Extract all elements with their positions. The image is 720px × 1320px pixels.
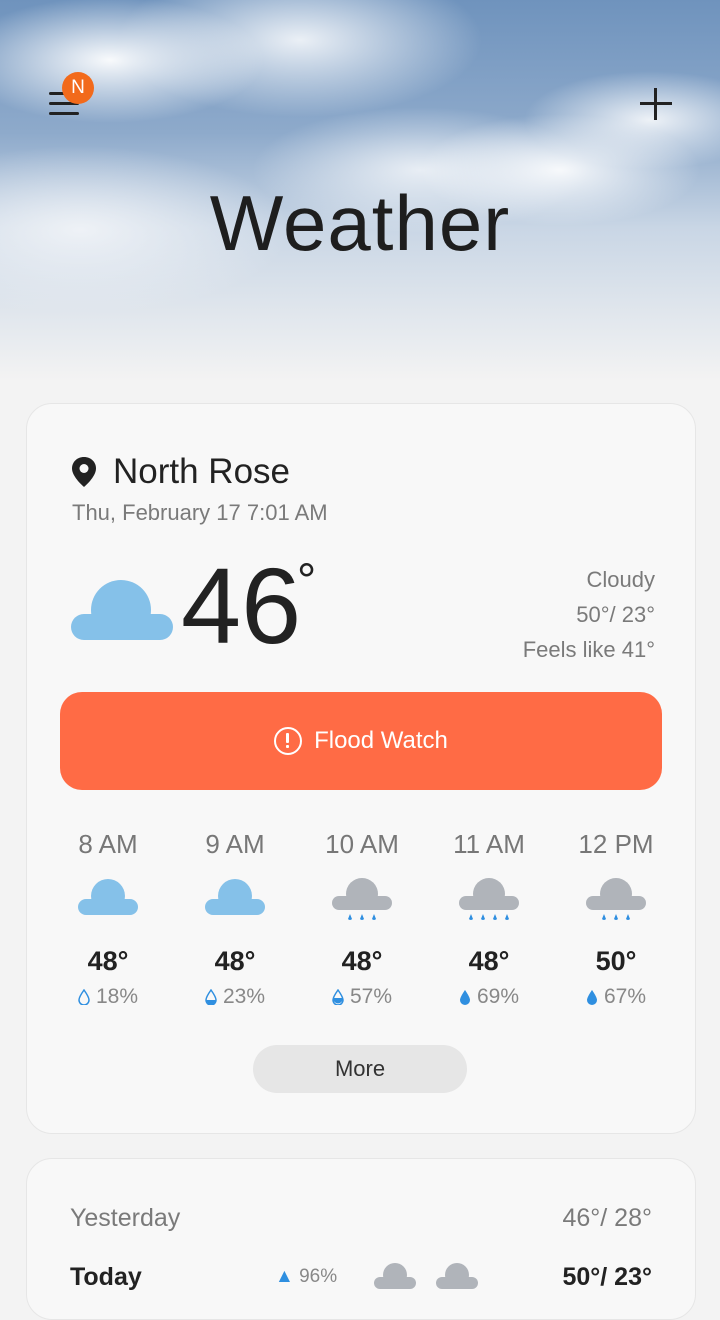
hour-temp: 50°: [595, 946, 637, 976]
hour-time: 12 PM: [578, 829, 654, 859]
condition-text: Cloudy: [586, 567, 655, 592]
raindrop-icon: [78, 989, 90, 1005]
precip-chance: 69%: [476, 985, 520, 1008]
degree-symbol: °: [297, 555, 317, 608]
cloud-icon: [71, 580, 173, 640]
hourly-item: 8 AM 48° 18%: [45, 829, 171, 1009]
hour-time: 10 AM: [325, 829, 399, 859]
alert-label: Flood Watch: [314, 727, 448, 754]
today-precip-chance: 96%: [299, 1266, 338, 1287]
hour-time: 11 AM: [453, 829, 525, 859]
precip-chance: 18%: [95, 985, 139, 1008]
precip-chance: 23%: [222, 985, 266, 1008]
precip-row: 23%: [172, 985, 298, 1009]
more-button[interactable]: More: [253, 1045, 467, 1093]
hour-temp: 48°: [87, 946, 129, 976]
today-label: Today: [70, 1263, 142, 1291]
hour-temp: 48°: [341, 946, 383, 976]
daily-forecast-card[interactable]: Yesterday 46°/ 28° Today ▲ 96% 50°/ 23°: [26, 1158, 696, 1320]
hourly-forecast[interactable]: 8 AM 48° 18% 9 AM 48° 23% 10 AM 48° 57% …: [45, 829, 677, 1019]
date-time: Thu, February 17 7:01 AM: [72, 500, 328, 525]
precip-row: 69%: [426, 985, 552, 1009]
condition-summary: Cloudy 50°/ 23° Feels like 41°: [523, 562, 655, 667]
precip-row: 57%: [299, 985, 425, 1009]
hourly-item: 11 AM 48° 69%: [426, 829, 552, 1009]
today-precip: ▲ 96%: [275, 1266, 337, 1288]
raindrop-icon: [459, 990, 470, 1005]
current-temperature: 46: [181, 545, 302, 666]
location-name: North Rose: [113, 452, 291, 491]
current-weather-card[interactable]: North Rose Thu, February 17 7:01 AM 46 °…: [26, 403, 696, 1134]
cloud-icon: [205, 879, 265, 915]
today-temp: 50°/ 23°: [562, 1263, 652, 1291]
today-icons: [373, 1261, 479, 1293]
rain-cloud-icon: [586, 878, 646, 920]
precip-row: 67%: [553, 985, 679, 1009]
hour-temp: 48°: [214, 946, 256, 976]
flood-watch-alert-button[interactable]: Flood Watch: [60, 692, 662, 790]
add-location-button[interactable]: [638, 86, 674, 122]
feels-like: Feels like 41°: [522, 637, 655, 662]
yesterday-label: Yesterday: [70, 1204, 181, 1232]
hour-time: 8 AM: [78, 829, 138, 859]
rain-cloud-icon: [332, 878, 392, 920]
hourly-item: 9 AM 48° 23%: [172, 829, 298, 1009]
rain-cloud-icon: [436, 1263, 478, 1289]
rain-cloud-icon: [459, 878, 519, 920]
raindrop-icon: ▲: [275, 1266, 294, 1287]
hour-temp: 48°: [468, 946, 510, 976]
page-title: Weather: [209, 179, 511, 267]
alert-circle-icon: [274, 727, 303, 755]
notification-badge: N: [62, 72, 94, 104]
raindrop-icon: [332, 989, 344, 1005]
yesterday-temp: 46°/ 28°: [562, 1204, 652, 1232]
precip-chance: 57%: [349, 985, 393, 1008]
raindrop-icon: [205, 989, 217, 1005]
precip-row: 18%: [45, 985, 171, 1009]
hour-time: 9 AM: [205, 829, 265, 859]
high-low: 50°/ 23°: [576, 602, 655, 627]
raindrop-icon: [586, 990, 597, 1005]
rain-cloud-icon: [374, 1263, 416, 1289]
hourly-item: 12 PM 50° 67%: [553, 829, 679, 1009]
location-pin-icon: [72, 457, 96, 487]
hourly-item: 10 AM 48° 57%: [299, 829, 425, 1009]
cloud-icon: [78, 879, 138, 915]
precip-chance: 67%: [603, 985, 647, 1008]
